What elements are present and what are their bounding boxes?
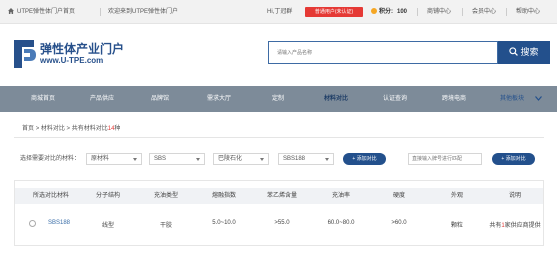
nav-item-home[interactable]: 商城首页	[31, 86, 55, 112]
table-cell: 线型	[101, 223, 115, 229]
welcome-text: 欢迎来到UTPE弹性体门户	[108, 9, 179, 15]
table-header: 所选对比材料 分子结构 充油类型 熔融指数 苯乙烯含量 充油率 硬度 外观 说明	[15, 188, 543, 204]
chevron-down-icon	[260, 158, 264, 161]
nav-item-cross-border[interactable]: 跨境电商	[442, 86, 466, 112]
chevron-down-icon	[325, 158, 329, 161]
home-link[interactable]: UTPE弹性体门户首页	[17, 0, 75, 24]
add-compare-button-2[interactable]: + 添加对比	[492, 153, 535, 165]
table-cell: >55.0	[274, 220, 290, 226]
user-level-badge[interactable]: 普通用户(未认证)	[305, 7, 363, 17]
table-cell: 干胶	[159, 223, 173, 229]
row-select-radio[interactable]	[29, 220, 36, 227]
chevron-down-icon	[196, 158, 200, 161]
nav-item-certification[interactable]: 认证查询	[383, 86, 407, 112]
manufacturer-select-value: 巴陵石化	[218, 156, 243, 162]
column-header: 充油类型	[153, 193, 179, 199]
column-header: 熔融指数	[211, 193, 237, 199]
column-header: 硬度	[392, 193, 406, 199]
column-header: 充油率	[331, 193, 351, 199]
column-header: 说明	[508, 193, 522, 199]
table-cell: 60.0~80.0	[327, 220, 355, 226]
material-link[interactable]: SBS188	[48, 220, 70, 226]
search-box	[268, 41, 498, 64]
filter-label: 选择需要对比的材料：	[20, 156, 81, 162]
nav-item-custom[interactable]: 定制	[272, 86, 284, 112]
coin-icon	[371, 8, 377, 14]
table-cell: 颗粒	[450, 223, 464, 229]
logo-title[interactable]: 弹性体产业门户	[40, 40, 124, 57]
category-select[interactable]: 原材料	[86, 153, 142, 165]
brand-search-input[interactable]	[408, 153, 482, 165]
breadcrumb-current-suffix: 种	[114, 126, 121, 132]
nav-item-material-compare[interactable]: 材料对比	[324, 86, 348, 112]
manufacturer-select[interactable]: 巴陵石化	[213, 153, 269, 165]
column-header: 分子结构	[95, 193, 121, 199]
add-compare-button[interactable]: + 添加对比	[343, 153, 386, 165]
member-center-link[interactable]: 会员中心	[472, 0, 496, 24]
material-type-select-value: SBS	[154, 156, 167, 162]
points-value: 100	[397, 9, 408, 15]
column-header: 所选对比材料	[32, 193, 70, 199]
nav-item-brands[interactable]: 品牌馆	[151, 86, 169, 112]
search-button-label: 搜索	[520, 47, 539, 57]
supplier-note-prefix: 共有	[489, 223, 502, 229]
shop-center-link[interactable]: 商铺中心	[427, 0, 451, 24]
comparison-table: 所选对比材料 分子结构 充油类型 熔融指数 苯乙烯含量 充油率 硬度 外观 说明…	[14, 180, 544, 246]
search-icon	[509, 47, 519, 57]
table-cell: 5.0~10.0	[212, 220, 236, 226]
breadcrumb-current-prefix: 共有材料对比	[71, 126, 108, 132]
supplier-note-suffix: 家供应商提供	[504, 223, 541, 229]
search-button[interactable]: 搜索	[498, 41, 550, 64]
supplier-note[interactable]: 共有1家供应商提供	[489, 220, 540, 229]
divider	[462, 8, 463, 16]
top-bar: UTPE弹性体门户首页 欢迎来到UTPE弹性体门户 Hi,丁冠群 普通用户(未认…	[0, 0, 557, 24]
main-nav: 商城首页 产品供应 品牌馆 需求大厅 定制 材料对比 认证查询 跨境电商 其他板…	[0, 86, 557, 112]
divider	[417, 8, 418, 16]
material-type-select[interactable]: SBS	[149, 153, 205, 165]
user-greeting[interactable]: Hi,丁冠群	[267, 0, 292, 24]
logo-icon[interactable]	[14, 40, 36, 68]
table-cell: >60.0	[391, 220, 407, 226]
divider	[506, 8, 507, 16]
column-header: 苯乙烯含量	[266, 193, 298, 199]
home-icon	[8, 8, 14, 14]
nav-item-more[interactable]: 其他板块	[500, 86, 524, 112]
category-select-value: 原材料	[91, 156, 110, 162]
divider	[100, 8, 101, 16]
grade-select-value: SBS188	[283, 156, 306, 162]
search-input[interactable]	[269, 42, 497, 63]
grade-select[interactable]: SBS188	[278, 153, 334, 165]
breadcrumb-home[interactable]: 首页	[22, 126, 34, 132]
column-header: 外观	[450, 193, 464, 199]
points-label: 积分:	[379, 9, 393, 15]
breadcrumb-material-compare[interactable]: 材料对比	[41, 126, 65, 132]
nav-item-demand[interactable]: 需求大厅	[207, 86, 231, 112]
chevron-down-icon	[133, 158, 137, 161]
nav-item-supply[interactable]: 产品供应	[90, 86, 114, 112]
breadcrumb: 首页 > 材料对比 > 共有材料对比14种	[14, 120, 544, 138]
help-center-link[interactable]: 帮助中心	[516, 0, 540, 24]
logo-url[interactable]: www.U-TPE.com	[40, 56, 103, 65]
chevron-down-icon[interactable]	[535, 96, 542, 101]
